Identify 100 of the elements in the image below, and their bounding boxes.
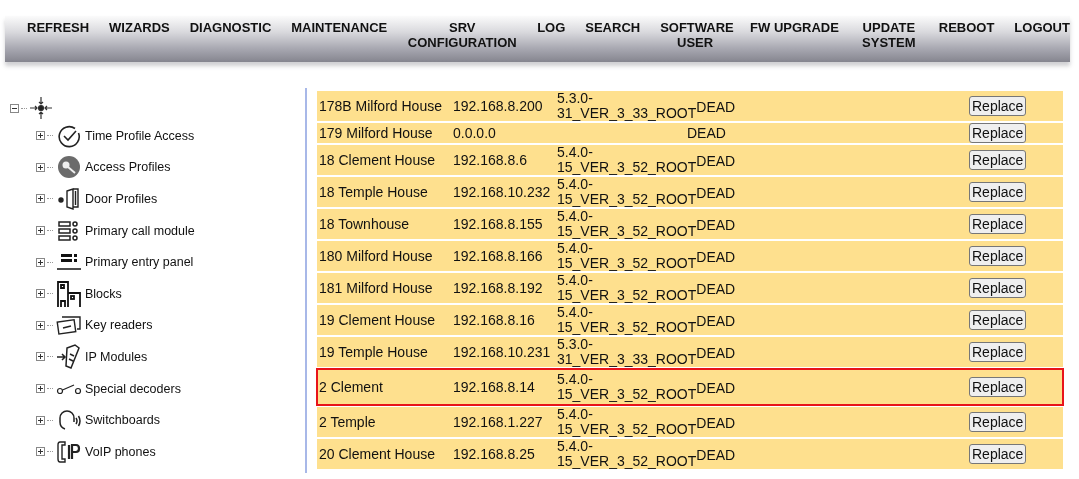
ip-phone-icon [56,439,82,464]
replace-button[interactable]: Replace [969,182,1027,202]
headset-icon [57,409,81,432]
ip-address: 192.168.10.232 [452,184,552,200]
device-name: 19 Temple House [318,344,429,360]
tree-item-label[interactable]: Switchboards [85,413,161,428]
ip-address: 192.168.8.25 [452,446,536,462]
device-status: DEAD [687,125,727,141]
menu-item[interactable]: DIAGNOSTIC [189,20,272,35]
replace-button[interactable]: Replace [969,278,1027,298]
device-status: DEAD [696,248,737,265]
device-name: 18 Townhouse [318,216,411,232]
firmware-version: 5.4.0-15_VER_3_52_ROOT [557,241,697,271]
firmware-version: 5.4.0-15_VER_3_52_ROOT [557,273,697,303]
tree-item-label[interactable]: Primary entry panel [85,255,194,270]
menu-item[interactable]: UPDATE SYSTEM [858,20,919,50]
switch-icon [56,382,82,395]
menu-item[interactable]: SEARCH [585,20,641,35]
card-reader-icon [56,314,82,337]
replace-button[interactable]: Replace [969,246,1027,266]
device-status: DEAD [696,216,737,233]
ip-address: 192.168.8.155 [452,216,544,232]
device-name: 180 Milford House [318,248,434,264]
menu-item[interactable]: LOG [537,20,566,35]
expand-toggle-icon[interactable] [36,447,45,457]
firmware-version: 5.4.0-15_VER_3_52_ROOT [557,209,697,239]
menu-item[interactable]: LOGOUT [1014,20,1070,35]
ip-address: 192.168.8.200 [452,98,544,114]
ip-address: 192.168.10.231 [452,344,552,360]
ip-address: 0.0.0.0 [452,125,497,141]
panel-icon [57,252,81,273]
expand-toggle-icon[interactable] [36,320,45,330]
ip-address: 192.168.8.6 [452,152,528,168]
firmware-version: 5.4.0-15_VER_3_52_ROOT [557,145,697,175]
menu-item[interactable]: REFRESH [27,20,90,35]
tree-item-label[interactable]: Special decoders [85,381,181,396]
door-icon [57,188,81,210]
module-arrow-icon [56,343,82,370]
device-status: DEAD [696,414,737,431]
tree-item-label[interactable]: Access Profiles [85,160,171,175]
device-name: 18 Temple House [318,184,429,200]
replace-button[interactable]: Replace [969,342,1027,362]
device-status: DEAD [696,152,737,169]
device-name: 178B Milford House [318,98,443,114]
firmware-version: 5.4.0-15_VER_3_52_ROOT [557,305,697,335]
device-name: 181 Milford House [318,280,434,296]
device-name: 2 Temple [318,414,377,430]
device-status: DEAD [696,344,737,361]
replace-button[interactable]: Replace [969,377,1027,397]
firmware-version: 5.3.0-31_VER_3_33_ROOT [557,337,697,367]
menu-item[interactable]: REBOOT [938,20,995,35]
ip-address: 192.168.1.227 [452,414,544,430]
tree-item-label[interactable]: Primary call module [85,223,195,238]
tree-item-label[interactable]: IP Modules [85,349,148,364]
replace-button[interactable]: Replace [969,444,1027,464]
menu-item[interactable]: MAINTENANCE [291,20,388,35]
expand-toggle-icon[interactable] [36,415,45,425]
expand-toggle-icon[interactable] [36,226,45,236]
device-name: 2 Clement [318,379,384,395]
replace-button[interactable]: Replace [969,96,1027,116]
replace-button[interactable]: Replace [969,412,1027,432]
expand-toggle-icon[interactable] [36,257,45,267]
expand-toggle-icon[interactable] [36,194,45,204]
tree-item-label[interactable]: Time Profile Access [85,128,195,143]
replace-button[interactable]: Replace [969,310,1027,330]
device-status: DEAD [696,379,737,396]
firmware-version: 5.4.0-15_VER_3_52_ROOT [557,439,697,469]
device-name: 19 Clement House [318,312,436,328]
device-status: DEAD [696,446,737,463]
ip-address: 192.168.8.16 [452,312,536,328]
expand-toggle-icon[interactable] [36,162,45,172]
menu-item[interactable]: SRV CONFIGURATION [407,20,518,50]
expand-toggle-icon[interactable] [36,131,45,141]
tree-item-label[interactable]: Blocks [85,286,122,301]
server-stack-icon [58,220,80,241]
firmware-version: 5.4.0-15_VER_3_52_ROOT [557,177,697,207]
device-status: DEAD [696,184,737,201]
menu-item[interactable]: FW UPGRADE [750,20,839,35]
collapse-toggle-icon[interactable] [10,103,19,113]
tree-item-label[interactable]: VoIP phones [85,444,156,459]
ip-address: 192.168.8.14 [452,379,536,395]
menu-item[interactable]: WIZARDS [109,20,170,35]
firmware-version: 5.4.0-15_VER_3_52_ROOT [557,372,697,402]
replace-button[interactable]: Replace [969,150,1027,170]
ip-address: 192.168.8.166 [452,248,544,264]
tree-item-label[interactable]: Door Profiles [85,192,158,206]
device-name: 20 Clement House [318,446,436,462]
ip-address: 192.168.8.192 [452,280,544,296]
device-status: DEAD [696,312,737,329]
converging-arrows-icon [29,97,53,119]
tree-item-label[interactable]: Key readers [85,318,153,333]
firmware-version: 5.4.0-15_VER_3_52_ROOT [557,407,697,437]
expand-toggle-icon[interactable] [36,289,45,299]
expand-toggle-icon[interactable] [36,352,45,362]
device-status: DEAD [696,98,737,115]
firmware-version: 5.3.0-31_VER_3_33_ROOT [557,91,697,121]
device-name: 18 Clement House [318,152,436,168]
replace-button[interactable]: Replace [969,123,1027,143]
expand-toggle-icon[interactable] [36,384,45,394]
replace-button[interactable]: Replace [969,214,1027,234]
